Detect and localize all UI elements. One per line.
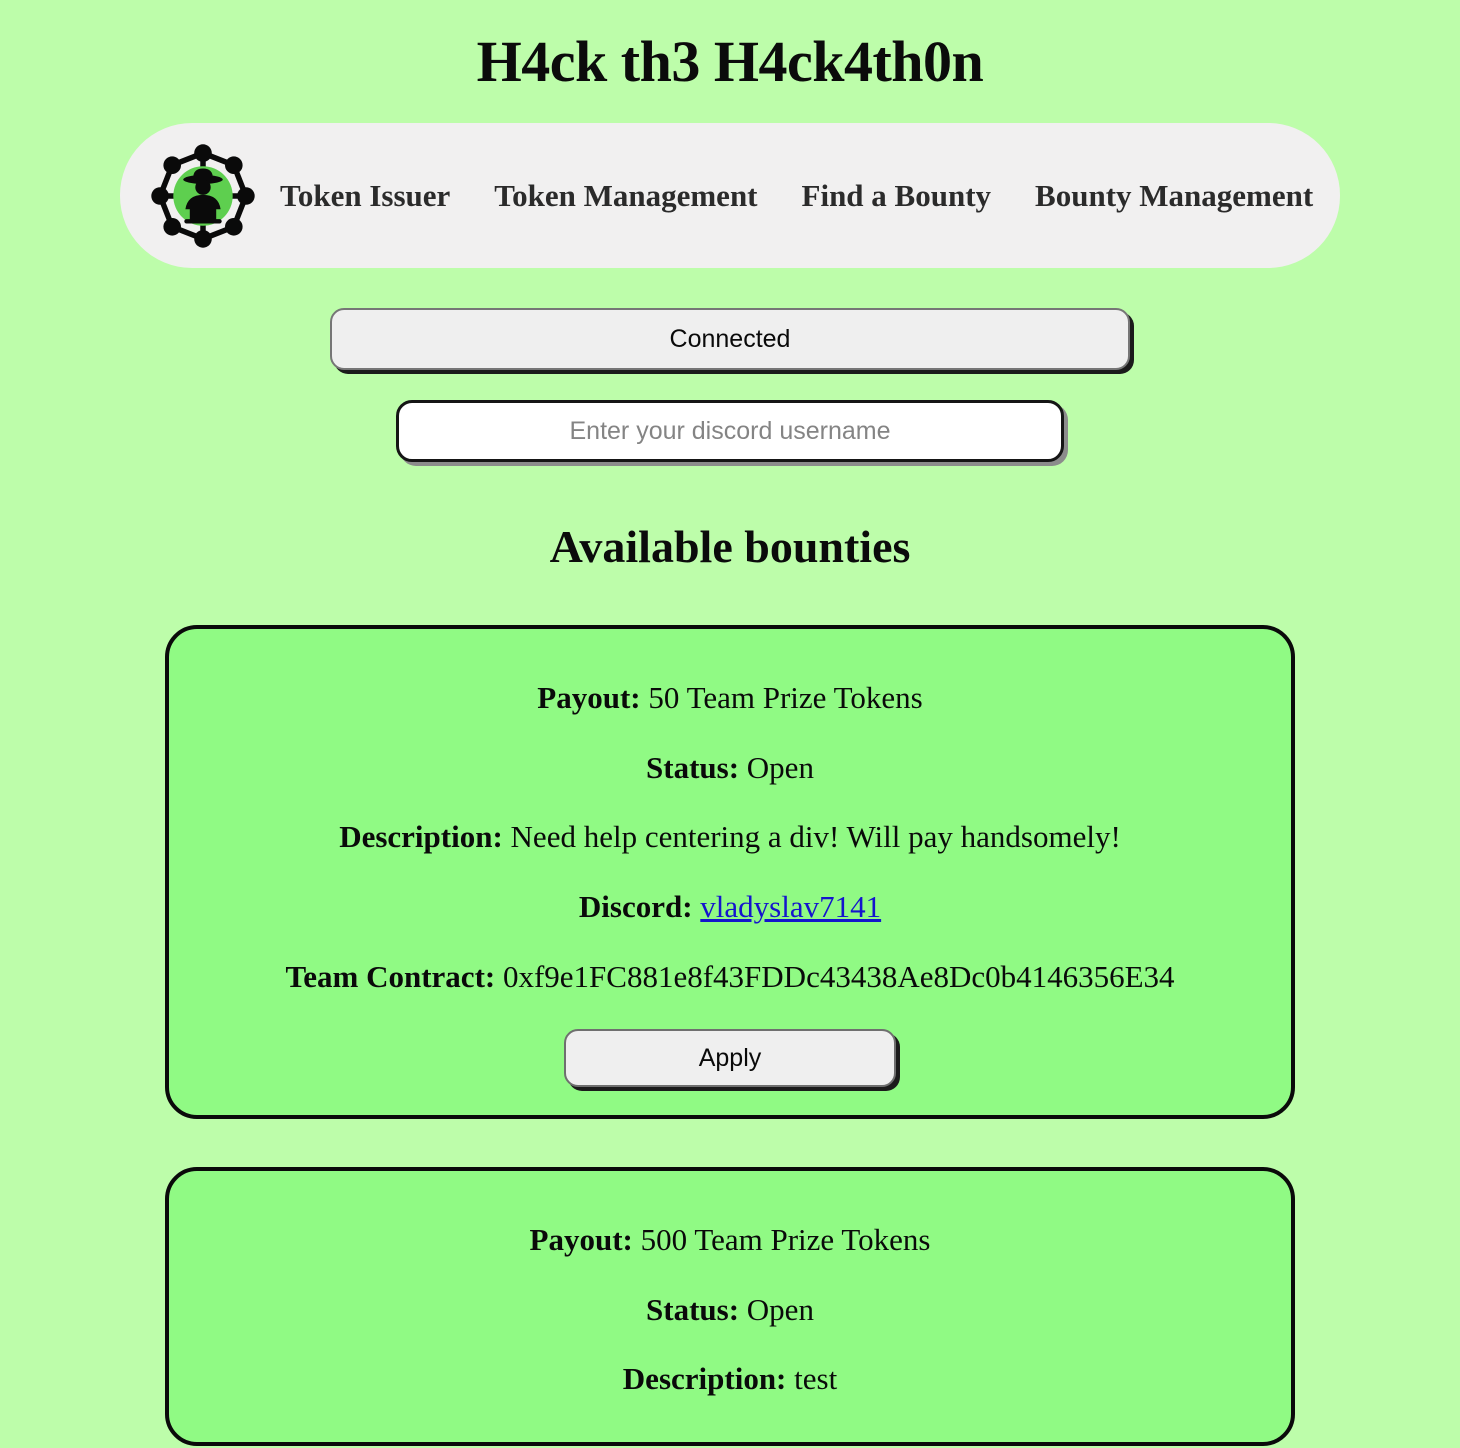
bounty-contract-value: 0xf9e1FC881e8f43FDDc43438Ae8Dc0b4146356E… [502, 958, 1175, 994]
nav-links: Token Issuer Token Management Find a Bou… [280, 178, 1313, 214]
page-title: H4ck th3 H4ck4th0n [476, 29, 984, 94]
bounty-status-row: Status: Open [646, 1275, 814, 1345]
bounty-description-value: Need help centering a div! Will pay hand… [510, 819, 1121, 855]
wallet-controls: Connected [0, 308, 1460, 462]
status-badge: Open [746, 1291, 814, 1327]
bounty-description-value: test [794, 1361, 838, 1397]
bounty-card: Payout: 50 Team Prize Tokens Status: Ope… [165, 625, 1295, 1120]
available-bounties-heading: Available bounties [549, 521, 911, 572]
hacker-network-logo-icon[interactable] [148, 141, 258, 251]
page-root: H4ck th3 H4ck4th0n Token Issuer Token Ma… [0, 0, 1460, 1448]
bounty-discord-label: Discord: [578, 888, 693, 924]
bounty-contract-label: Team Contract: [285, 958, 496, 994]
bounty-payout-row: Payout: 50 Team Prize Tokens [537, 663, 922, 733]
main-navbar: Token Issuer Token Management Find a Bou… [120, 123, 1340, 268]
bounty-discord-link[interactable]: vladyslav7141 [700, 889, 881, 924]
apply-button[interactable]: Apply [564, 1029, 896, 1088]
bounty-list: Payout: 50 Team Prize Tokens Status: Ope… [0, 573, 1460, 1447]
bounty-payout-row: Payout: 500 Team Prize Tokens [530, 1205, 931, 1275]
nav-link-find-a-bounty[interactable]: Find a Bounty [802, 178, 992, 214]
bounty-status-label: Status: [646, 749, 740, 785]
bounty-status-label: Status: [646, 1291, 740, 1327]
bounty-description-row: Description: Need help centering a div! … [339, 802, 1121, 872]
bounty-discord-row: Discord: vladyslav7141 [579, 872, 881, 942]
status-badge: Open [746, 749, 814, 785]
bounty-card: Payout: 500 Team Prize Tokens Status: Op… [165, 1167, 1295, 1447]
connect-wallet-button[interactable]: Connected [330, 308, 1130, 370]
navbar-container: Token Issuer Token Management Find a Bou… [0, 95, 1460, 268]
bounty-status-row: Status: Open [646, 733, 814, 803]
nav-link-bounty-management[interactable]: Bounty Management [1035, 178, 1313, 214]
bounty-contract-row: Team Contract: 0xf9e1FC881e8f43FDDc43438… [285, 942, 1174, 1012]
nav-link-token-management[interactable]: Token Management [494, 178, 757, 214]
bounty-payout-label: Payout: [529, 1222, 633, 1258]
bounty-description-row: Description: test [623, 1344, 837, 1414]
bounty-payout-value: 500 Team Prize Tokens [640, 1222, 931, 1258]
discord-username-input[interactable] [396, 400, 1064, 462]
bounty-payout-label: Payout: [537, 680, 641, 715]
nav-link-token-issuer[interactable]: Token Issuer [280, 178, 450, 214]
bounty-description-label: Description: [622, 1361, 787, 1397]
bounty-payout-value: 50 Team Prize Tokens [648, 680, 923, 715]
bounty-description-label: Description: [339, 819, 503, 855]
